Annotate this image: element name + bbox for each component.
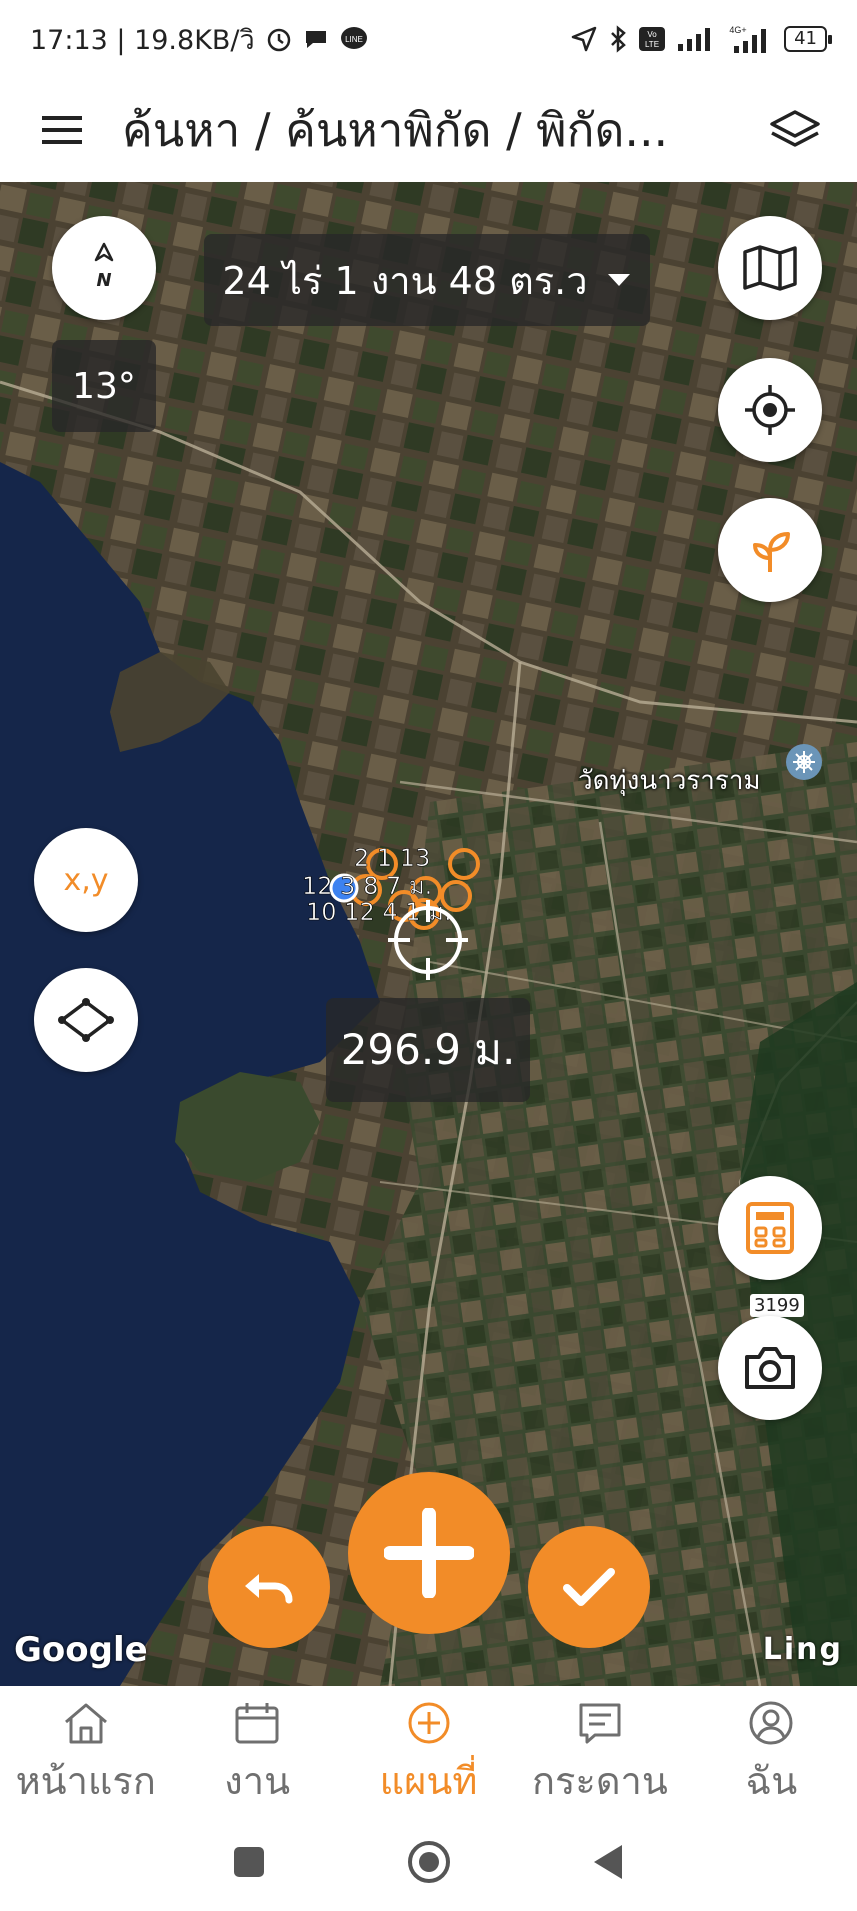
- signal-icon-1: [676, 26, 716, 52]
- map-type-button[interactable]: [718, 216, 822, 320]
- location-icon: [570, 25, 598, 53]
- status-bar: 17:13 | 19.8KB/วิ LINE Vo LTE 4G+ 41: [0, 0, 857, 78]
- survey-points[interactable]: 2 1 13 12 3 8 7 ม. 10 12 4 1 ม.: [296, 822, 536, 982]
- polygon-button[interactable]: [34, 968, 138, 1072]
- battery-indicator: 41: [784, 26, 832, 52]
- plant-button[interactable]: [718, 498, 822, 602]
- back-triangle-icon: [593, 1844, 622, 1879]
- xy-label: x,y: [63, 862, 109, 898]
- svg-text:12 3 8 7 ม.: 12 3 8 7 ม.: [302, 872, 432, 900]
- xy-coordinate-button[interactable]: x,y: [34, 828, 138, 932]
- chat-icon: [303, 26, 329, 52]
- nav-item-map[interactable]: แผนที่: [343, 1686, 514, 1812]
- svg-text:N: N: [96, 270, 111, 291]
- road-number-label: 3199: [750, 1294, 804, 1317]
- recent-apps-button[interactable]: [224, 1837, 274, 1887]
- area-text: 24 ไร่ 1 งาน 48 ตร.ว: [222, 258, 588, 303]
- my-location-button[interactable]: [718, 358, 822, 462]
- nav-item-work[interactable]: งาน: [171, 1686, 342, 1812]
- board-icon: [579, 1703, 621, 1744]
- plus-icon: [384, 1508, 474, 1598]
- undo-icon: [245, 1574, 293, 1604]
- calculator-button[interactable]: [718, 1176, 822, 1280]
- status-time: 17:13 | 19.8KB/วิ: [30, 24, 255, 56]
- nav-label-work: งาน: [224, 1759, 291, 1803]
- svg-text:LTE: LTE: [645, 40, 659, 49]
- circle-icon: [407, 1840, 450, 1883]
- nav-item-home[interactable]: หน้าแรก: [0, 1686, 171, 1812]
- undo-button[interactable]: [208, 1526, 330, 1648]
- alarm-icon: [265, 25, 293, 53]
- line-app-icon: LINE: [339, 25, 369, 53]
- temple-pin-icon[interactable]: [786, 744, 822, 780]
- compass-button[interactable]: N: [52, 216, 156, 320]
- home-icon: [64, 1703, 107, 1744]
- user-icon: [749, 1701, 793, 1745]
- map-credit: Ling: [762, 1632, 843, 1667]
- home-system-button[interactable]: [404, 1837, 454, 1887]
- polygon-icon: [58, 998, 114, 1042]
- add-point-button[interactable]: [348, 1472, 510, 1634]
- distance-readout: 296.9 ม.: [326, 998, 530, 1102]
- volte-icon: Vo LTE: [638, 26, 666, 52]
- menu-icon[interactable]: [40, 110, 84, 150]
- nav-item-board[interactable]: กระดาน: [514, 1686, 685, 1812]
- camera-button[interactable]: [718, 1316, 822, 1420]
- compass-icon: N: [94, 242, 114, 291]
- crosshair-icon: [745, 385, 795, 435]
- bluetooth-icon: [608, 25, 628, 53]
- page-title: ค้นหา / ค้นหาพิกัด / พิกัด...: [122, 102, 669, 157]
- place-label: วัดทุ่งนาวราราม: [578, 766, 761, 796]
- system-navigation-bar: [0, 1812, 857, 1911]
- svg-text:Vo: Vo: [647, 30, 657, 39]
- calendar-icon: [235, 1703, 279, 1744]
- layers-icon[interactable]: [767, 102, 823, 158]
- svg-text:LINE: LINE: [345, 35, 363, 44]
- check-icon: [563, 1568, 615, 1606]
- bottom-navigation: หน้าแรก งาน แผนที่ กระดาน ฉัน: [0, 1686, 857, 1812]
- nav-item-me[interactable]: ฉัน: [686, 1686, 857, 1812]
- calculator-icon: [746, 1202, 794, 1254]
- square-icon: [233, 1846, 264, 1877]
- map-view[interactable]: N 13° 24 ไร่ 1 งาน 48 ตร.ว วัดทุ่งนาวราร…: [0, 182, 857, 1686]
- sprout-icon: [753, 532, 790, 572]
- network-type-label: 4G+: [729, 25, 746, 35]
- caret-down-icon: [607, 274, 630, 286]
- nav-label-home: หน้าแรก: [15, 1759, 156, 1803]
- camera-icon: [745, 1347, 795, 1389]
- plus-circle-icon: [408, 1702, 450, 1744]
- back-system-button[interactable]: [584, 1837, 634, 1887]
- nav-label-me: ฉัน: [745, 1759, 798, 1803]
- heading-readout: 13°: [52, 340, 156, 432]
- confirm-button[interactable]: [528, 1526, 650, 1648]
- google-attribution: Google: [14, 1630, 148, 1670]
- nav-label-board: กระดาน: [532, 1759, 668, 1803]
- nav-label-map: แผนที่: [379, 1759, 478, 1803]
- svg-text:2 1 13: 2 1 13: [354, 844, 430, 872]
- signal-icon-2: 4G+: [726, 24, 774, 54]
- map-icon: [743, 245, 797, 291]
- area-dropdown[interactable]: 24 ไร่ 1 งาน 48 ตร.ว: [204, 234, 650, 326]
- app-bar: ค้นหา / ค้นหาพิกัด / พิกัด...: [0, 78, 857, 182]
